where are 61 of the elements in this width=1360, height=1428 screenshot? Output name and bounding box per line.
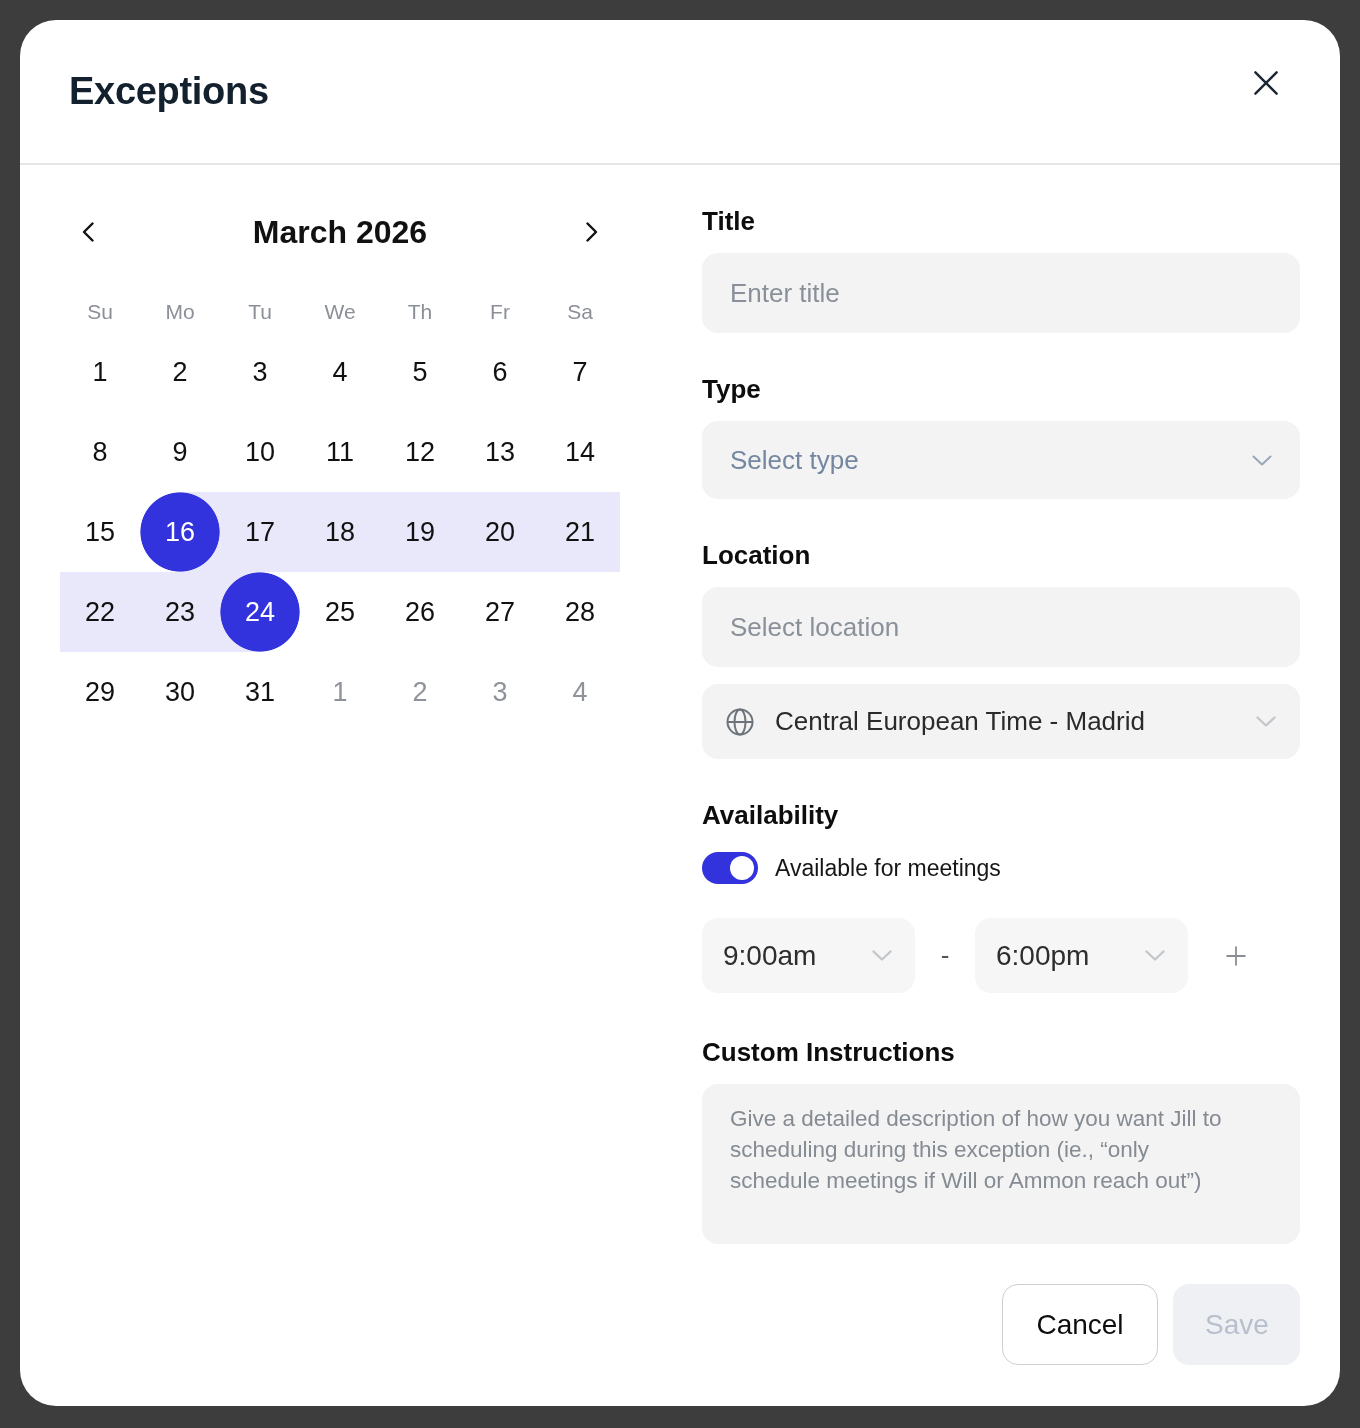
weekday-label: Th xyxy=(407,300,433,324)
calendar-day[interactable]: 1 xyxy=(60,332,140,412)
end-time-select[interactable]: 6:00pm xyxy=(975,918,1188,993)
month-title: March 2026 xyxy=(252,213,428,251)
calendar-day[interactable]: 7 xyxy=(540,332,620,412)
calendar-day[interactable]: 13 xyxy=(460,412,540,492)
globe-icon xyxy=(726,707,754,736)
field-label: Title xyxy=(702,205,755,237)
chevron-down-icon xyxy=(1145,950,1165,961)
time-separator: - xyxy=(939,940,951,971)
plus-icon xyxy=(1226,945,1246,966)
weekday-label: Tu xyxy=(248,300,272,324)
calendar-day[interactable]: 24 xyxy=(220,572,300,652)
availability-toggle[interactable] xyxy=(702,852,758,884)
chevron-right-icon xyxy=(586,222,598,242)
weekday-label: We xyxy=(324,300,356,324)
calendar-day[interactable]: 5 xyxy=(380,332,460,412)
calendar-day[interactable]: 20 xyxy=(460,492,540,572)
weekday-label: Sa xyxy=(567,300,593,324)
calendar-day[interactable]: 3 xyxy=(220,332,300,412)
calendar-day[interactable]: 10 xyxy=(220,412,300,492)
calendar-day[interactable]: 26 xyxy=(380,572,460,652)
calendar-day[interactable]: 19 xyxy=(380,492,460,572)
field-label: Availability xyxy=(702,799,839,831)
close-icon xyxy=(1254,70,1278,95)
start-time-select[interactable]: 9:00am xyxy=(702,918,915,993)
calendar-day[interactable]: 9 xyxy=(140,412,220,492)
calendar-day[interactable]: 23 xyxy=(140,572,220,652)
chevron-down-icon xyxy=(1252,454,1272,466)
calendar-day[interactable]: 21 xyxy=(540,492,620,572)
calendar-day[interactable]: 12 xyxy=(380,412,460,492)
field-label: Type xyxy=(702,373,761,405)
calendar-day[interactable]: 18 xyxy=(300,492,380,572)
calendar-day[interactable]: 28 xyxy=(540,572,620,652)
dialog-title: Exceptions xyxy=(69,70,269,113)
field-label: Custom Instructions xyxy=(702,1036,955,1068)
field-label: Location xyxy=(702,539,811,571)
chevron-left-icon xyxy=(82,222,94,242)
chevron-down-icon xyxy=(872,950,892,961)
calendar-day[interactable]: 25 xyxy=(300,572,380,652)
calendar-day[interactable]: 4 xyxy=(300,332,380,412)
weekday-label: Mo xyxy=(165,300,195,324)
timezone-select[interactable]: Central European Time - Madrid xyxy=(702,684,1300,759)
calendar-day[interactable]: 15 xyxy=(60,492,140,572)
weekday-label: Su xyxy=(87,300,113,324)
calendar-day[interactable]: 17 xyxy=(220,492,300,572)
calendar-day[interactable]: 22 xyxy=(60,572,140,652)
chevron-down-icon xyxy=(1256,716,1276,727)
calendar-day[interactable]: 8 xyxy=(60,412,140,492)
calendar-day[interactable]: 6 xyxy=(460,332,540,412)
calendar-day[interactable]: 29 xyxy=(60,652,140,732)
calendar-day[interactable]: 11 xyxy=(300,412,380,492)
calendar-day[interactable]: 31 xyxy=(220,652,300,732)
calendar-day[interactable]: 27 xyxy=(460,572,540,652)
calendar-day[interactable]: 2 xyxy=(140,332,220,412)
calendar-day[interactable]: 30 xyxy=(140,652,220,732)
calendar-day[interactable]: 14 xyxy=(540,412,620,492)
toggle-label: Available for meetings xyxy=(775,854,1001,882)
weekday-label: Fr xyxy=(490,300,510,324)
cancel-button[interactable]: Cancel xyxy=(1002,1284,1158,1365)
calendar-day[interactable]: 16 xyxy=(140,492,220,572)
